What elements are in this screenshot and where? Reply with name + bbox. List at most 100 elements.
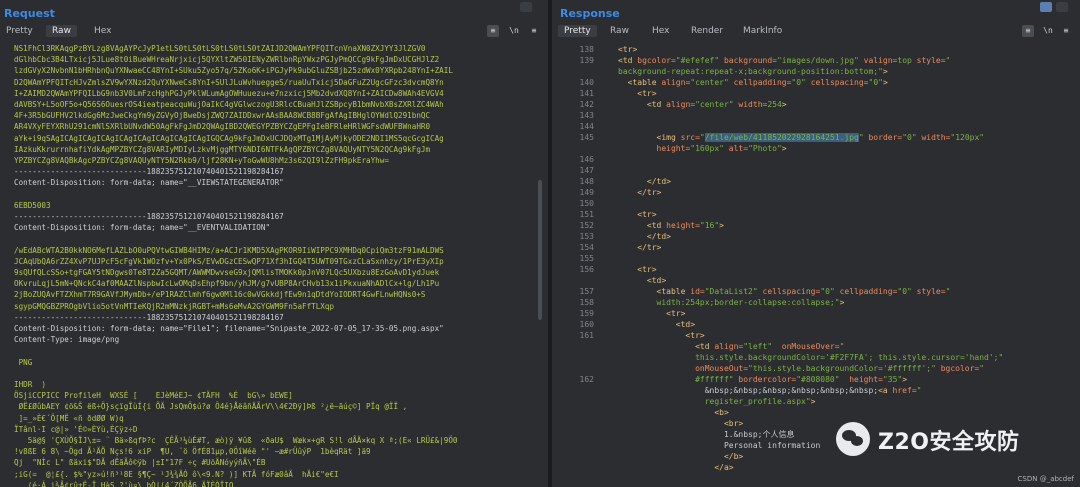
code-token: onMouseOut= xyxy=(618,364,749,373)
tab-raw[interactable]: Raw xyxy=(610,26,629,36)
code-token: <tr> xyxy=(618,309,686,318)
line-number: 155 xyxy=(579,254,594,263)
request-body[interactable]: NS1FhCl3RKAqgPzBYLzg8VAgAYPcJyP1etLS0tLS… xyxy=(0,42,548,487)
code-token: alt= xyxy=(723,144,749,153)
code-token: align= xyxy=(661,78,691,87)
request-line: ]=_»È€´Ö[MË «ñ ðdØØ W)q xyxy=(14,413,124,423)
line-number: 152 xyxy=(579,221,594,230)
tab-hex[interactable]: Hex xyxy=(94,26,111,36)
code-token: "DataList2" xyxy=(704,287,758,296)
code-token: > xyxy=(839,298,845,307)
code-token: "#808080" xyxy=(796,375,840,384)
tab-raw[interactable]: Raw xyxy=(46,25,77,37)
response-code-line: height="160px" alt="Photo"> xyxy=(618,143,787,154)
tab-pretty[interactable]: Pretty xyxy=(558,25,597,37)
request-scrollbar[interactable] xyxy=(538,180,542,320)
line-number: 151 xyxy=(579,210,594,219)
code-token: <tr> xyxy=(618,331,705,340)
response-code-line: Personal information xyxy=(618,440,820,451)
wechat-icon xyxy=(836,422,870,456)
code-token: "160px" xyxy=(690,144,724,153)
line-number: 147 xyxy=(579,166,594,175)
newline-toggle[interactable]: \n xyxy=(1042,25,1054,37)
response-code-line: &nbsp;&nbsp;&nbsp;&nbsp;&nbsp;&nbsp;<a h… xyxy=(618,385,922,396)
response-code-line: <br> xyxy=(618,418,743,429)
line-number-gutter: 138 139 140 141 142 143 144 145 146 147 148 149 150 1… xyxy=(552,42,602,487)
code-token: "0" xyxy=(820,287,835,296)
code-token: width= xyxy=(733,100,768,109)
code-token: background= xyxy=(719,56,777,65)
code-token: " xyxy=(839,342,845,351)
tab-render[interactable]: Render xyxy=(691,26,723,36)
response-pane: Response Pretty Raw Hex Render MarkInfo … xyxy=(552,0,1080,487)
code-token: <br> xyxy=(618,419,744,428)
code-token: </tr> xyxy=(618,243,662,252)
response-code-line: <td align="center" width=254> xyxy=(618,99,787,110)
code-token: id= xyxy=(690,287,705,296)
request-line: dGlhbCbc3B4LTxicj5JLue8t0iBueWHreaNrjxic… xyxy=(14,55,440,65)
response-code-line: </td> xyxy=(618,176,671,187)
code-token: </td> xyxy=(618,177,671,186)
request-line: -----------------------------18823575121… xyxy=(14,167,284,177)
response-code-line: background-repeat:repeat-x;background-po… xyxy=(618,66,888,77)
menu-icon[interactable]: ≡ xyxy=(1060,25,1072,37)
response-code-line: onMouseOut="this.style.backgroundColor='… xyxy=(618,363,984,374)
request-line: (é·Á i¾Ã¢rû±Ë-Ï HàS ?'ù¤\ bÒ|(4´ZÒÕÃ6 ÄÏ… xyxy=(14,480,234,487)
newline-toggle[interactable]: \n xyxy=(508,25,520,37)
request-line: sgypGMQGBZPROgbVlio5otVnMTIeKQjR2mMNzkjR… xyxy=(14,301,335,311)
code-token: "left" xyxy=(743,342,773,351)
response-code-line: </tr> xyxy=(618,242,661,253)
code-token: "Photo" xyxy=(748,144,782,153)
code-token: align= xyxy=(714,342,744,351)
code-token: cellpadding= xyxy=(728,78,792,87)
code-token: > xyxy=(882,67,888,76)
request-collapse-icon[interactable] xyxy=(520,2,532,12)
layout-split-icon[interactable] xyxy=(1040,2,1052,12)
tab-pretty[interactable]: Pretty xyxy=(6,26,33,36)
response-code-line: <tr> xyxy=(618,88,656,99)
response-code-line: <tr> xyxy=(618,44,637,55)
request-line: dAVBSY+L5oOF5o+Q56S6OuesrOS4ieatpeacquWu… xyxy=(14,100,444,109)
code-token: > xyxy=(781,144,787,153)
response-title: Response xyxy=(560,7,620,20)
code-token: "this.style.backgroundColor='#ffffff';" xyxy=(748,364,936,373)
line-number: 148 xyxy=(579,177,594,186)
code-token: <td xyxy=(618,342,715,351)
code-token: <a xyxy=(878,386,893,395)
request-line: D2QWAmYPFQITcHJvZmlsZV9wYXNzd2QuYXNweCs8… xyxy=(14,77,444,87)
list-icon[interactable]: ≡ xyxy=(487,25,499,37)
request-line: Content-Disposition: form-data; name="__… xyxy=(14,178,284,188)
request-line: /wEdABcWTA2B0kkNO6MefLAZLbO0uPQVtwGIWB4H… xyxy=(14,245,444,255)
request-line: ;iG(= @¦£{. $%"yz»ú!ñ³¹8E §¶Ç~ ¹J¾¾ÄÓ ô\… xyxy=(14,469,339,479)
request-line: PNG xyxy=(14,357,33,367)
line-number: 138 xyxy=(579,45,594,54)
line-number: 144 xyxy=(579,122,594,131)
response-code-line: </b> xyxy=(618,451,743,462)
code-token: height= xyxy=(839,375,883,384)
request-tabs: Pretty Raw Hex ≡ \n ≡ xyxy=(0,25,548,40)
tab-hex[interactable]: Hex xyxy=(652,26,669,36)
request-line: NS1FhCl3RKAqgPzBYLzg8VAgAYPcJyP1etLS0tLS… xyxy=(14,44,426,53)
response-code-line: <table id="DataList2" cellspacing="0" ce… xyxy=(618,286,951,297)
request-line: lzdGVyX2NvbnN1bHRhbnQuYXNwaeCC48YnI+SUku… xyxy=(14,66,453,76)
code-token: valign= xyxy=(858,56,898,65)
tab-markinfo[interactable]: MarkInfo xyxy=(743,26,782,36)
list-icon[interactable]: ≡ xyxy=(1022,25,1034,37)
code-token: > xyxy=(781,100,787,109)
code-token: src= xyxy=(680,133,700,142)
layout-stack-icon[interactable] xyxy=(1056,2,1068,12)
code-token: <tr> xyxy=(618,45,638,54)
request-line: Content-Disposition: form-data; name="__… xyxy=(14,223,271,233)
code-token: register_profile.aspx" xyxy=(618,397,811,406)
request-line: IAzkuKkrurrnhafiYdkAgMPZBYCZg8VARIyMDIyL… xyxy=(14,144,431,154)
code-token: #ffffff" xyxy=(618,375,734,384)
line-number: 157 xyxy=(579,287,594,296)
code-token: onMouseOver= xyxy=(772,342,840,351)
response-code-line: register_profile.aspx"> xyxy=(618,396,816,407)
code-token: <table xyxy=(618,287,691,296)
line-number: 153 xyxy=(579,232,594,241)
code-token: <tr> xyxy=(618,265,657,274)
menu-icon[interactable]: ≡ xyxy=(528,25,540,37)
code-token: <td> xyxy=(618,276,667,285)
code-token: <table xyxy=(618,78,662,87)
